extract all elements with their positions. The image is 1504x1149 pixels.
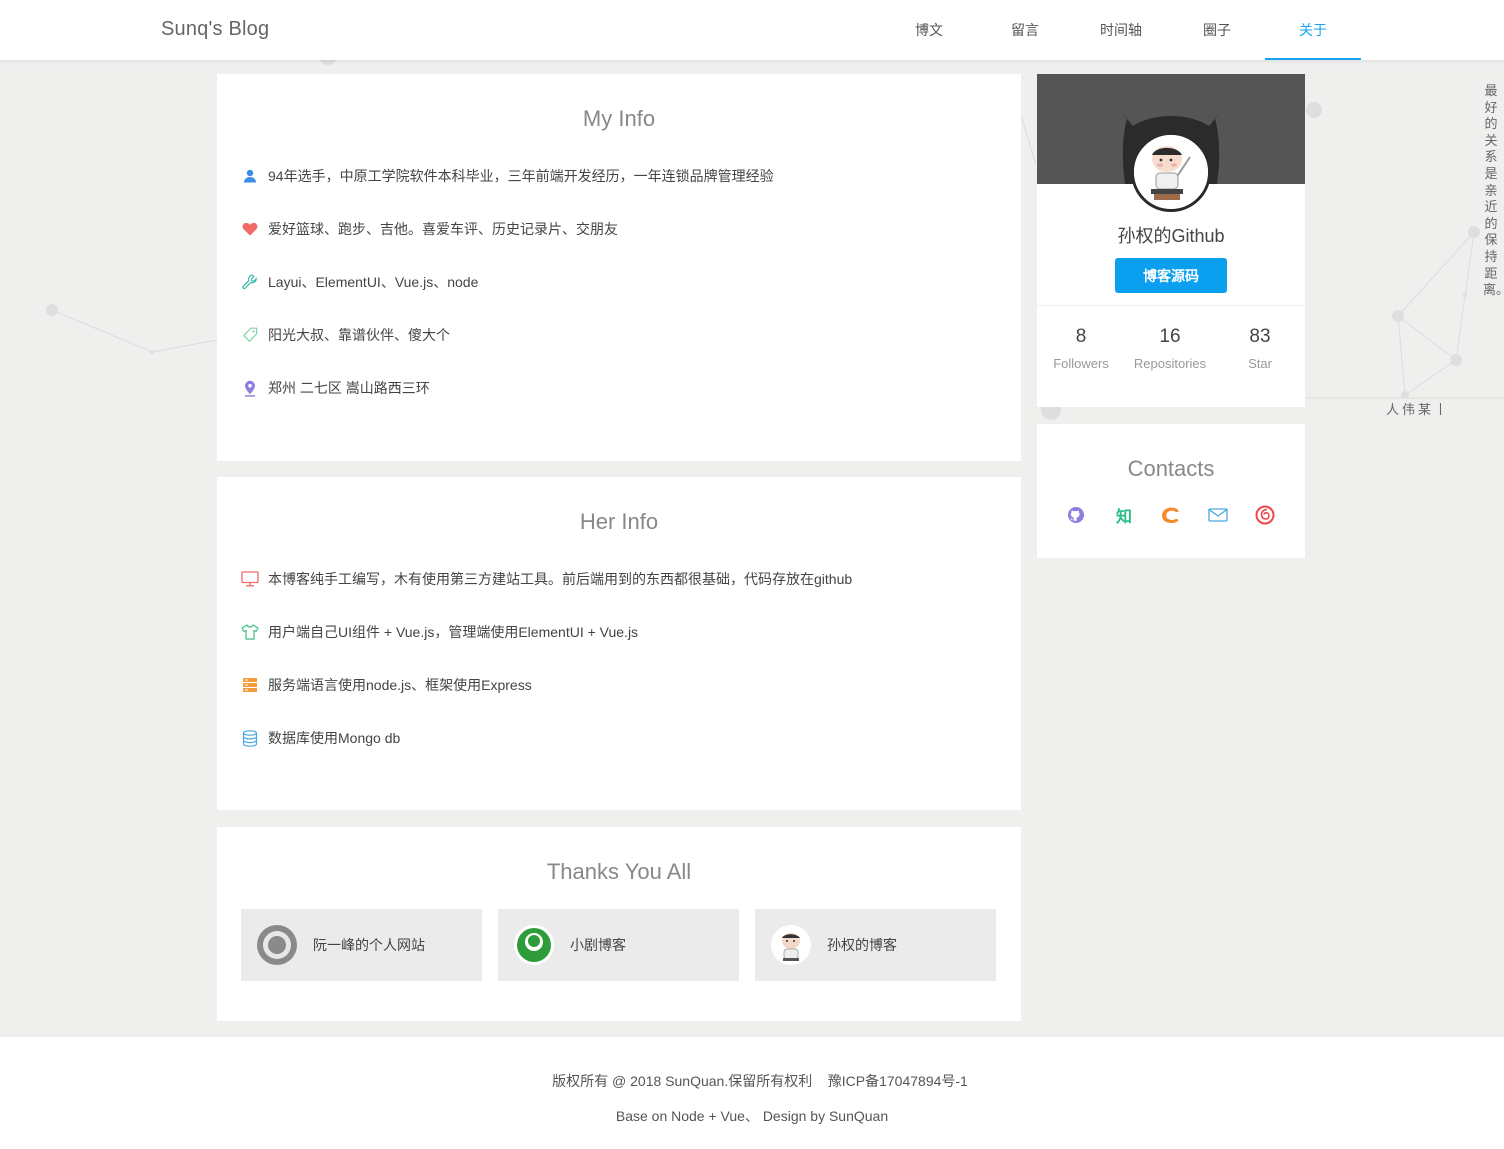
netease-music-icon[interactable]: [1254, 504, 1276, 526]
nav-item-about[interactable]: 关于: [1265, 0, 1361, 60]
thanks-label: 小剧博客: [570, 937, 626, 953]
site-brand[interactable]: Sunq's Blog: [161, 18, 269, 41]
tag-icon: [241, 326, 259, 344]
csdn-icon[interactable]: [1159, 504, 1181, 526]
avatar: [514, 925, 554, 965]
info-row: 数据库使用Mongo db: [241, 728, 400, 748]
info-row: 郑州 二七区 嵩山路西三环: [241, 378, 430, 398]
heart-icon: [241, 220, 259, 238]
contacts-card: Contacts 知: [1037, 424, 1305, 558]
info-text: 爱好篮球、跑步、吉他。喜爱车评、历史记录片、交朋友: [268, 221, 618, 237]
stat-number: 16: [1159, 326, 1181, 347]
credits-text: Base on Node + Vue、 Design by SunQuan: [615, 1108, 889, 1124]
stat-star[interactable]: 83 Star: [1215, 326, 1305, 371]
github-stats: 8 Followers 16 Repositories 83 Star: [1037, 305, 1305, 407]
stat-number: 8: [1075, 326, 1087, 347]
stat-label: Followers: [1053, 356, 1109, 371]
her-info-title: Her Info: [579, 509, 659, 534]
server-icon: [241, 676, 259, 694]
info-row: 用户端自己UI组件 + Vue.js，管理端使用ElementUI + Vue.…: [241, 622, 638, 642]
stat-label: Star: [1248, 356, 1272, 371]
thanks-label: 阮一峰的个人网站: [313, 937, 425, 953]
nav-item-timeline[interactable]: 时间轴: [1073, 0, 1169, 60]
quote-author: 人伟某丨: [1386, 403, 1451, 418]
side-quote: 最好的关系是亲近的保持距离。: [1483, 84, 1504, 299]
stat-number: 83: [1249, 326, 1271, 347]
contact-icons: 知: [1037, 504, 1305, 528]
info-text: Layui、ElementUI、Vue.js、node: [268, 274, 479, 290]
info-text: 本博客纯手工编写，木有使用第三方建站工具。前后端用到的东西都很基础，代码存放在g…: [268, 571, 853, 587]
github-card: 孙权的Github 博客源码 8 Followers 16 Repositori…: [1037, 74, 1305, 407]
avatar: [771, 925, 811, 965]
stat-repositories[interactable]: 16 Repositories: [1125, 326, 1215, 371]
shirt-icon: [241, 623, 259, 641]
info-text: 数据库使用Mongo db: [268, 730, 401, 746]
stat-label: Repositories: [1133, 356, 1207, 371]
location-icon: [241, 379, 259, 397]
thanks-label: 孙权的博客: [827, 937, 897, 953]
page-footer: 版权所有 @ 2018 SunQuan.保留所有权利 豫ICP备17047894…: [0, 1037, 1504, 1149]
info-text: 用户端自己UI组件 + Vue.js，管理端使用ElementUI + Vue.…: [268, 624, 639, 640]
profile-avatar[interactable]: [1131, 132, 1211, 212]
her-info-card: Her Info 本博客纯手工编写，木有使用第三方建站工具。前后端用到的东西都很…: [217, 477, 1021, 810]
thanks-link-xiaoju[interactable]: 小剧博客: [498, 909, 739, 981]
info-text: 郑州 二七区 嵩山路西三环: [268, 380, 430, 396]
github-name[interactable]: 孙权的Github: [1037, 222, 1305, 248]
wrench-icon: [241, 273, 259, 291]
blog-source-button[interactable]: 博客源码: [1115, 258, 1227, 293]
my-info-card: My Info 94年选手，中原工学院软件本科毕业，三年前端开发经历，一年连锁品…: [217, 74, 1021, 461]
top-header: Sunq's Blog 博文 留言 时间轴 圈子 关于: [0, 0, 1504, 60]
cartoon-avatar-icon: [1134, 135, 1208, 209]
my-info-title: My Info: [582, 106, 656, 131]
info-row: 阳光大叔、靠谱伙伴、傻大个: [241, 325, 450, 345]
contacts-title: Contacts: [1127, 456, 1215, 481]
zhihu-icon[interactable]: 知: [1113, 504, 1135, 526]
thanks-link-sunquan[interactable]: 孙权的博客: [755, 909, 996, 981]
main-nav: 博文 留言 时间轴 圈子 关于: [881, 0, 1361, 60]
thanks-title: Thanks You All: [546, 859, 692, 884]
info-text: 阳光大叔、靠谱伙伴、傻大个: [268, 327, 450, 343]
nav-item-posts[interactable]: 博文: [881, 0, 977, 60]
user-icon: [241, 167, 259, 185]
copyright-text: 版权所有 @ 2018 SunQuan.保留所有权利 豫ICP备17047894…: [552, 1073, 968, 1089]
database-icon: [241, 729, 259, 747]
info-row: 爱好篮球、跑步、吉他。喜爱车评、历史记录片、交朋友: [241, 219, 618, 239]
info-text: 94年选手，中原工学院软件本科毕业，三年前端开发经历，一年连锁品牌管理经验: [268, 168, 774, 184]
info-row: 94年选手，中原工学院软件本科毕业，三年前端开发经历，一年连锁品牌管理经验: [241, 166, 774, 186]
nav-item-messages[interactable]: 留言: [977, 0, 1073, 60]
info-row: 服务端语言使用node.js、框架使用Express: [241, 675, 532, 695]
avatar: [257, 925, 297, 965]
info-row: 本博客纯手工编写，木有使用第三方建站工具。前后端用到的东西都很基础，代码存放在g…: [241, 569, 852, 589]
mail-icon[interactable]: [1207, 504, 1229, 526]
stat-followers[interactable]: 8 Followers: [1036, 326, 1126, 371]
info-row: Layui、ElementUI、Vue.js、node: [241, 272, 478, 292]
thanks-link-ruanyifeng[interactable]: 阮一峰的个人网站: [241, 909, 482, 981]
nav-item-circle[interactable]: 圈子: [1169, 0, 1265, 60]
monitor-icon: [241, 570, 259, 588]
github-icon[interactable]: [1065, 504, 1087, 526]
info-text: 服务端语言使用node.js、框架使用Express: [268, 677, 532, 693]
thanks-card: Thanks You All 阮一峰的个人网站 小剧博客 孙权的博客: [217, 827, 1021, 1021]
